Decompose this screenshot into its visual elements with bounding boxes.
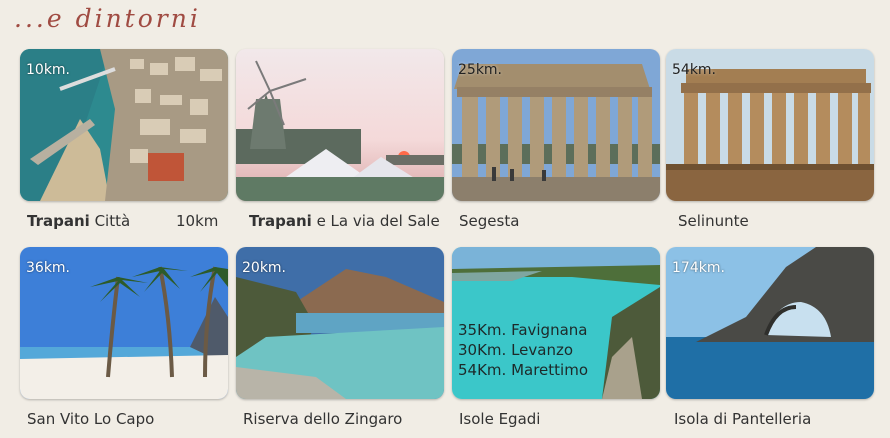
caption-zingaro[interactable]: Riserva dello Zingaro — [243, 410, 402, 428]
photo-via-del-sale[interactable] — [236, 49, 444, 201]
caption-segesta[interactable]: Segesta — [459, 212, 519, 230]
distance-label: 10km. — [26, 62, 71, 78]
egadi-island-list: 35Km. Favignana 30Km. Levanzo 54Km. Mare… — [458, 320, 588, 380]
distance-label: 20km. — [242, 260, 287, 276]
salt-pans-windmill-image — [236, 49, 444, 201]
photo-san-vito-lo-capo[interactable]: 36km. — [20, 247, 228, 399]
caption-trapani-citta[interactable]: Trapani Città — [27, 212, 130, 230]
distance-label: 25km. — [458, 62, 503, 78]
distance-label: 54km. — [672, 62, 717, 78]
island-favignana: 35Km. Favignana — [458, 321, 588, 339]
photo-trapani-citta[interactable]: 10km. — [20, 49, 228, 201]
caption-via-del-sale[interactable]: Trapani e La via del Sale — [249, 212, 440, 230]
photo-segesta[interactable]: 25km. — [452, 49, 660, 201]
caption-selinunte[interactable]: Selinunte — [678, 212, 749, 230]
photo-isole-egadi[interactable]: 35Km. Favignana 30Km. Levanzo 54Km. Mare… — [452, 247, 660, 399]
caption-text: Città — [89, 212, 131, 230]
island-marettimo: 54Km. Marettimo — [458, 361, 588, 379]
caption-bold: Trapani — [249, 212, 312, 230]
caption-egadi[interactable]: Isole Egadi — [459, 410, 540, 428]
photo-riserva-zingaro[interactable]: 20km. — [236, 247, 444, 399]
caption-san-vito[interactable]: San Vito Lo Capo — [27, 410, 154, 428]
caption-km: 10km — [176, 212, 219, 230]
caption-text: e La via del Sale — [311, 212, 440, 230]
photo-pantelleria[interactable]: 174km. — [666, 247, 874, 399]
island-levanzo: 30Km. Levanzo — [458, 341, 574, 359]
distance-label: 36km. — [26, 260, 71, 276]
distance-label: 174km. — [672, 260, 725, 276]
caption-pantelleria[interactable]: Isola di Pantelleria — [674, 410, 811, 428]
section-title: ...e dintorni — [14, 4, 201, 33]
photo-selinunte[interactable]: 54km. — [666, 49, 874, 201]
caption-bold: Trapani — [27, 212, 90, 230]
